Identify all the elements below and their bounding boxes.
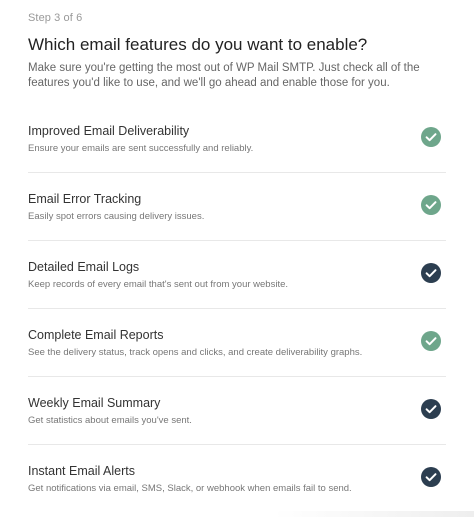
- page-description: Make sure you're getting the most out of…: [28, 62, 420, 89]
- feature-description: Get statistics about emails you've sent.: [28, 415, 192, 426]
- feature-text: Weekly Email Summary Get statistics abou…: [28, 395, 408, 427]
- feature-row-detailed-email-logs[interactable]: Detailed Email Logs Keep records of ever…: [28, 241, 446, 309]
- feature-list: Improved Email Deliverability Ensure you…: [28, 105, 446, 513]
- bottom-shadow: [274, 511, 474, 517]
- feature-row-weekly-email-summary[interactable]: Weekly Email Summary Get statistics abou…: [28, 377, 446, 445]
- feature-row-improved-email-deliverability[interactable]: Improved Email Deliverability Ensure you…: [28, 105, 446, 173]
- feature-description: Easily spot errors causing delivery issu…: [28, 211, 205, 222]
- check-circle-icon[interactable]: [421, 331, 441, 351]
- feature-row-instant-email-alerts[interactable]: Instant Email Alerts Get notifications v…: [28, 445, 446, 513]
- feature-title: Email Error Tracking: [28, 192, 142, 206]
- page-title: Which email features do you want to enab…: [28, 35, 368, 54]
- feature-title: Weekly Email Summary: [28, 396, 161, 410]
- feature-title: Instant Email Alerts: [28, 464, 135, 478]
- feature-description: See the delivery status, track opens and…: [28, 347, 363, 358]
- feature-row-complete-email-reports[interactable]: Complete Email Reports See the delivery …: [28, 309, 446, 377]
- check-circle-icon[interactable]: [421, 399, 441, 419]
- feature-text: Email Error Tracking Easily spot errors …: [28, 191, 408, 223]
- setup-wizard-step: Step 3 of 6 Which email features do you …: [0, 0, 474, 517]
- feature-description: Get notifications via email, SMS, Slack,…: [28, 483, 352, 494]
- feature-text: Detailed Email Logs Keep records of ever…: [28, 259, 408, 291]
- check-circle-icon[interactable]: [421, 195, 441, 215]
- check-circle-icon[interactable]: [421, 263, 441, 283]
- feature-description: Keep records of every email that's sent …: [28, 279, 289, 290]
- feature-text: Instant Email Alerts Get notifications v…: [28, 463, 408, 495]
- feature-text: Complete Email Reports See the delivery …: [28, 327, 408, 359]
- check-circle-icon[interactable]: [421, 127, 441, 147]
- feature-title: Improved Email Deliverability: [28, 124, 190, 138]
- feature-row-email-error-tracking[interactable]: Email Error Tracking Easily spot errors …: [28, 173, 446, 241]
- step-indicator: Step 3 of 6: [28, 12, 83, 24]
- feature-title: Detailed Email Logs: [28, 260, 140, 274]
- check-circle-icon[interactable]: [421, 467, 441, 487]
- feature-text: Improved Email Deliverability Ensure you…: [28, 123, 408, 155]
- feature-title: Complete Email Reports: [28, 328, 164, 342]
- feature-description: Ensure your emails are sent successfully…: [28, 143, 254, 154]
